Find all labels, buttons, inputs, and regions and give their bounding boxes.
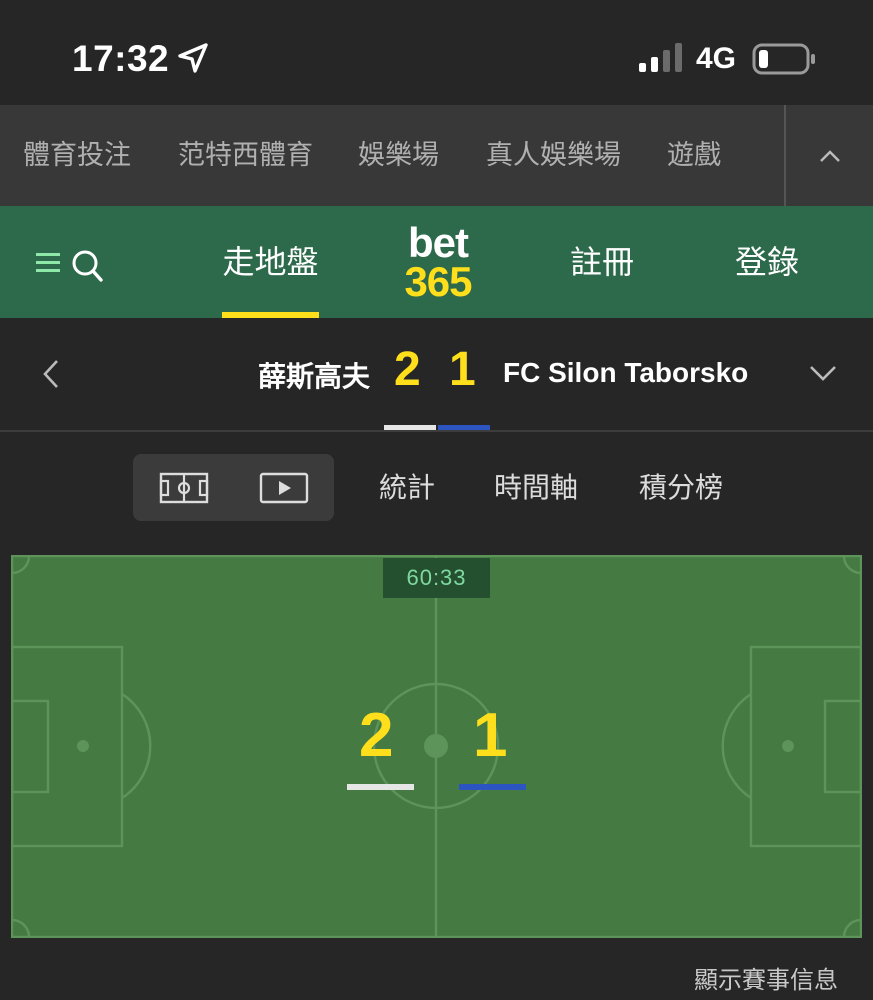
play-video-icon[interactable]	[259, 472, 309, 504]
register-link[interactable]: 註冊	[570, 206, 634, 318]
home-kit-color	[384, 425, 436, 430]
home-score: 2	[394, 343, 421, 396]
product-menu-divider	[784, 105, 786, 206]
show-match-info-link[interactable]: 顯示賽事信息	[640, 960, 838, 995]
away-team-name: FC Silon Taborsko	[503, 357, 749, 388]
product-item-casino[interactable]: 娛樂場	[358, 105, 439, 206]
product-item-live-casino[interactable]: 真人娛樂場	[486, 105, 621, 206]
pitch-home-kit-color	[347, 784, 414, 790]
away-kit-color	[438, 425, 490, 430]
product-item-sports[interactable]: 體育投注	[23, 105, 131, 206]
location-arrow-icon	[178, 43, 208, 73]
pitch-home-score: 2	[359, 701, 394, 770]
chevron-left-icon[interactable]	[38, 358, 64, 390]
product-item-fantasy[interactable]: 范特西體育	[178, 105, 313, 206]
signal-icon	[639, 43, 682, 72]
home-team-name: 薛斯高夫	[257, 360, 370, 393]
chevron-down-icon[interactable]	[808, 362, 838, 384]
away-score: 1	[449, 343, 476, 396]
network-label: 4G	[696, 42, 737, 75]
football-pitch	[11, 555, 862, 938]
search-icon[interactable]	[70, 246, 104, 284]
match-clock: 60:33	[383, 558, 490, 598]
chevron-up-icon[interactable]	[817, 143, 843, 169]
tab-timeline[interactable]: 時間軸	[494, 454, 578, 521]
pitch-icon[interactable]	[159, 472, 209, 504]
nav-live[interactable]: 走地盤	[222, 206, 319, 318]
pitch-away-score: 1	[473, 701, 508, 770]
login-link[interactable]: 登錄	[735, 206, 799, 318]
hamburger-icon[interactable]	[34, 248, 66, 278]
pitch-away-kit-color	[459, 784, 526, 790]
tab-standings[interactable]: 積分榜	[639, 454, 723, 521]
logo-text-365: 365	[404, 258, 472, 305]
tab-stats[interactable]: 統計	[379, 454, 435, 521]
product-item-games[interactable]: 遊戲	[667, 105, 721, 206]
bet365-logo[interactable]: bet 365	[393, 219, 483, 305]
logo-text-bet: bet	[408, 219, 469, 266]
battery-icon	[752, 43, 815, 75]
status-time: 17:32	[72, 38, 170, 79]
